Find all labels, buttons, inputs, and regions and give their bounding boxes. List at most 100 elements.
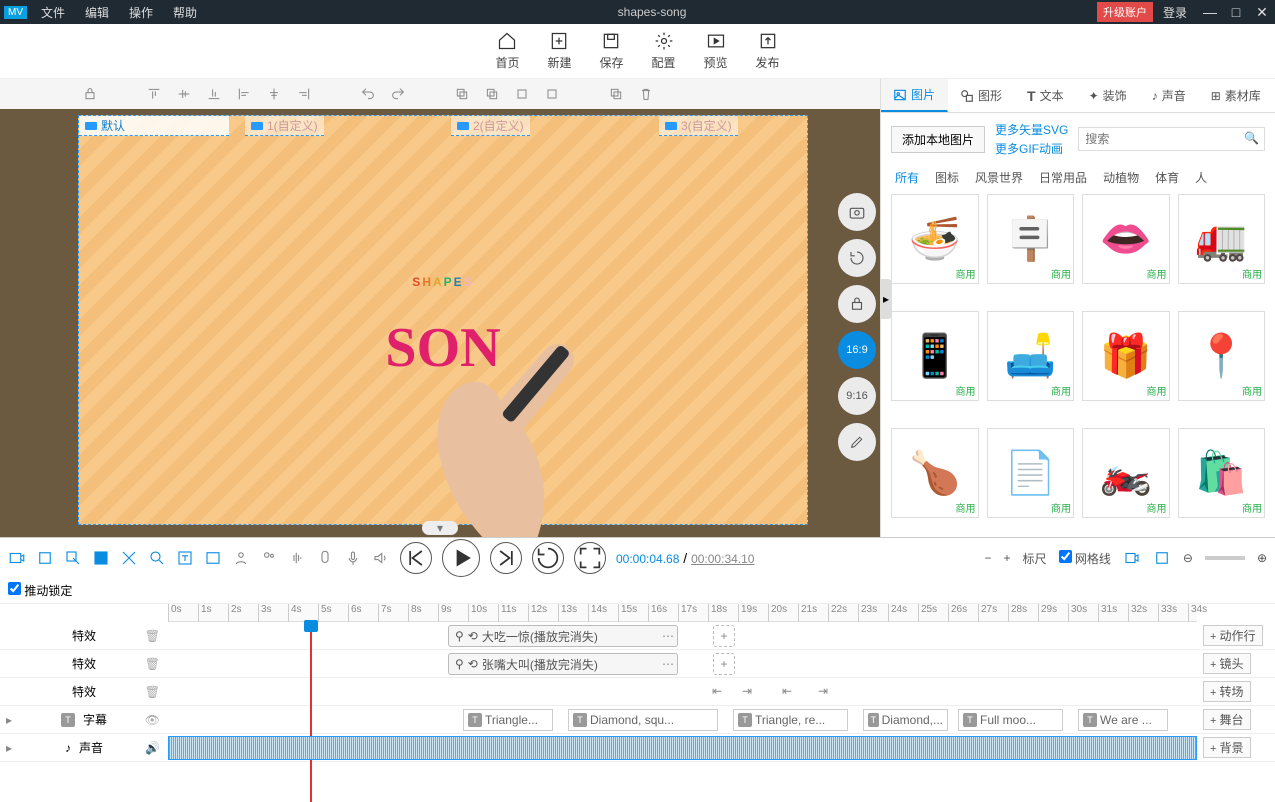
tool-image-icon[interactable] [204, 549, 222, 567]
asset-item-sofa[interactable]: 🛋️商用 [987, 311, 1075, 401]
tool-split-icon[interactable] [120, 549, 138, 567]
add-stage-button[interactable]: + 舞台 [1203, 709, 1251, 730]
tool-mic-icon[interactable] [344, 549, 362, 567]
asset-item-truck[interactable]: 🚛商用 [1178, 194, 1266, 284]
delete-track-icon[interactable]: 🗑 [145, 657, 160, 671]
filter-all[interactable]: 所有 [895, 169, 919, 186]
camera-tab-3[interactable]: 3(自定义) [659, 116, 738, 136]
time-minus[interactable]: − [984, 551, 991, 565]
menu-file[interactable]: 文件 [31, 4, 75, 21]
asset-item-chicken[interactable]: 🍗商用 [891, 428, 979, 518]
menu-edit[interactable]: 编辑 [75, 4, 119, 21]
publish-button[interactable]: 发布 [756, 31, 780, 71]
fullscreen-button[interactable] [574, 542, 606, 574]
menu-action[interactable]: 操作 [119, 4, 163, 21]
track-lane[interactable]: ⚲⟲大吃一惊(播放完消失)⋯ + [168, 622, 1197, 649]
camera-tab-default[interactable]: 默认 [79, 116, 229, 136]
track-lane[interactable] [168, 734, 1197, 761]
fx-clip-2[interactable]: ⚲⟲张嘴大叫(播放完消失)⋯ [448, 653, 678, 675]
time-plus[interactable]: + [1003, 551, 1010, 565]
asset-item-papers[interactable]: 📄商用 [987, 428, 1075, 518]
add-camera-button[interactable]: + 镜头 [1203, 653, 1251, 674]
expand-icon[interactable]: ▸ [6, 713, 12, 727]
maximize-button[interactable]: □ [1223, 4, 1249, 20]
lock-canvas-button[interactable] [838, 285, 876, 323]
add-background-button[interactable]: + 背景 [1203, 737, 1251, 758]
more-gif-link[interactable]: 更多GIF动画 [995, 140, 1068, 157]
backward-icon[interactable] [544, 86, 560, 102]
zoom-out-button[interactable]: ⊖ [1183, 551, 1193, 565]
align-top-icon[interactable] [146, 86, 162, 102]
grid-toggle[interactable]: 网格线 [1059, 550, 1111, 567]
delete-track-icon[interactable]: 🗑 [145, 685, 160, 699]
asset-item-lips[interactable]: 👄商用 [1082, 194, 1170, 284]
tab-decor[interactable]: ✦装饰 [1077, 79, 1140, 112]
tool-magnify-icon[interactable] [148, 549, 166, 567]
tab-sound[interactable]: ♪声音 [1140, 79, 1199, 112]
ratio-16-9[interactable]: 16:9 [838, 331, 876, 369]
lock-icon[interactable] [82, 86, 98, 102]
delete-track-icon[interactable]: 🗑 [145, 629, 160, 643]
edit-canvas-button[interactable] [838, 423, 876, 461]
total-time[interactable]: 00:00:34.10 [691, 552, 754, 566]
asset-item-signboard[interactable]: 🪧商用 [987, 194, 1075, 284]
asset-item-noodles[interactable]: 🍜商用 [891, 194, 979, 284]
tool-people-icon[interactable] [260, 549, 278, 567]
zoom-in-button[interactable]: ⊕ [1257, 551, 1267, 565]
add-transition-button[interactable]: + 转场 [1203, 681, 1251, 702]
delete-icon[interactable] [638, 86, 654, 102]
ratio-9-16[interactable]: 9:16 [838, 377, 876, 415]
asset-item-motorbike[interactable]: 🏍️商用 [1082, 428, 1170, 518]
tool-audio-bars-icon[interactable] [288, 549, 306, 567]
upgrade-button[interactable]: 升级账户 [1097, 2, 1153, 22]
filter-people[interactable]: 人 [1195, 169, 1207, 186]
menu-help[interactable]: 帮助 [163, 4, 207, 21]
camera-tab-1[interactable]: 1(自定义) [245, 116, 324, 136]
tool-mask-icon[interactable] [92, 549, 110, 567]
keyframe-icon[interactable]: ⇤ [712, 684, 726, 698]
loop-button[interactable] [532, 542, 564, 574]
prev-frame-button[interactable] [400, 542, 432, 574]
minimize-button[interactable]: — [1197, 4, 1223, 20]
more-svg-link[interactable]: 更多矢量SVG [995, 121, 1068, 138]
search-icon[interactable]: 🔍 [1244, 131, 1259, 145]
filter-scenery[interactable]: 风景世界 [975, 169, 1023, 186]
expand-icon[interactable]: ▸ [6, 741, 12, 755]
next-frame-button[interactable] [490, 542, 522, 574]
asset-item-bag[interactable]: 🛍️商用 [1178, 428, 1266, 518]
tool-export-icon[interactable] [64, 549, 82, 567]
audio-clip[interactable] [168, 736, 1197, 760]
subtitle-clip[interactable]: TTriangle, re... [733, 709, 848, 731]
forward-icon[interactable] [514, 86, 530, 102]
lock-scroll-toggle[interactable]: 推动锁定 [8, 582, 72, 599]
redo-icon[interactable] [390, 86, 406, 102]
camera-tab-2[interactable]: 2(自定义) [451, 116, 530, 136]
asset-item-map-pin[interactable]: 📍商用 [1178, 311, 1266, 401]
time-ruler[interactable]: 0s1s2s3s4s5s6s7s8s9s10s11s12s13s14s15s16… [168, 604, 1197, 622]
visibility-icon[interactable]: 👁 [145, 713, 160, 727]
canvas-text-shapes[interactable]: SHAPES [412, 236, 473, 300]
ruler-label[interactable]: 标尺 [1023, 550, 1047, 567]
fit-icon[interactable] [1153, 549, 1171, 567]
add-action-row-button[interactable]: + 动作行 [1203, 625, 1263, 646]
subtitle-clip[interactable]: TWe are ... [1078, 709, 1168, 731]
search-input[interactable] [1078, 127, 1265, 151]
tab-library[interactable]: ⊞素材库 [1199, 79, 1274, 112]
align-center-icon[interactable] [266, 86, 282, 102]
asset-item-gift[interactable]: 🎁商用 [1082, 311, 1170, 401]
config-button[interactable]: 配置 [652, 31, 676, 71]
keyframe-icon[interactable]: ⇥ [742, 684, 756, 698]
add-clip-button[interactable]: + [713, 625, 735, 647]
subtitle-clip[interactable]: TDiamond, squ... [568, 709, 718, 731]
login-button[interactable]: 登录 [1153, 4, 1197, 21]
home-button[interactable]: 首页 [495, 31, 519, 71]
tab-image[interactable]: 图片 [881, 79, 948, 112]
filter-sports[interactable]: 体育 [1155, 169, 1179, 186]
canvas[interactable]: 默认 1(自定义) 2(自定义) 3(自定义) SHAPES SON [78, 115, 808, 525]
tool-text-icon[interactable] [176, 549, 194, 567]
tool-voice-icon[interactable] [316, 549, 334, 567]
filter-icons[interactable]: 图标 [935, 169, 959, 186]
track-lane[interactable]: TTriangle...TDiamond, squ...TTriangle, r… [168, 706, 1197, 733]
preview-button[interactable]: 预览 [704, 31, 728, 71]
collapse-canvas-handle[interactable]: ▾ [422, 521, 458, 535]
